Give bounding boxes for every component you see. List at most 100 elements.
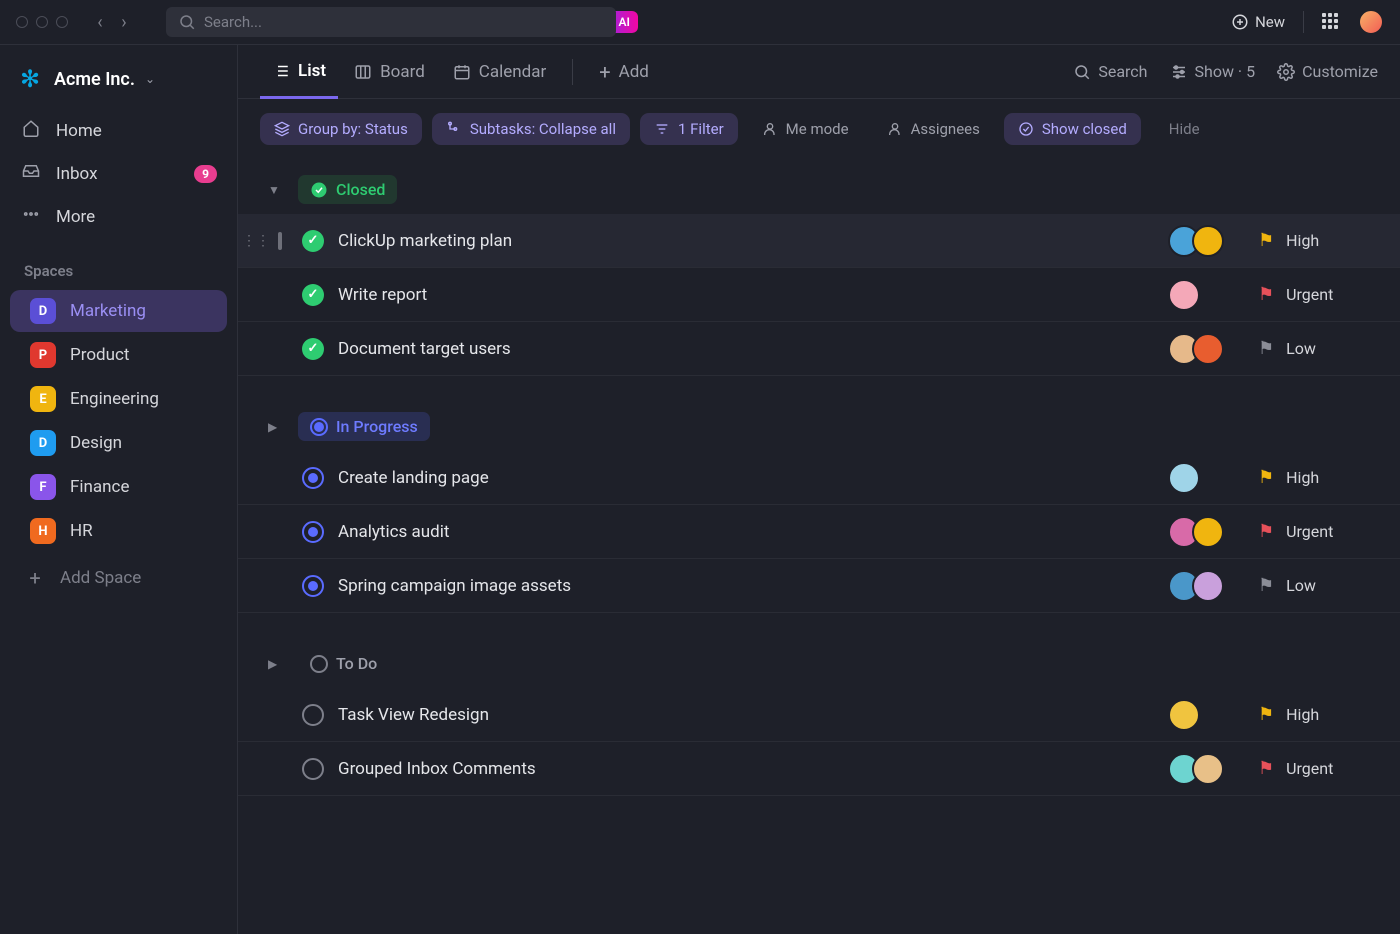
priority-cell[interactable]: ⚑ Low (1258, 575, 1368, 596)
filter-assignees-label: Assignees (911, 120, 980, 138)
section-header-progress[interactable]: ▶ In Progress (238, 396, 1400, 451)
task-row[interactable]: ✓ Document target users ⚑ Low (238, 322, 1400, 376)
priority-cell[interactable]: ⚑ High (1258, 230, 1368, 251)
assignee-stack[interactable] (1168, 462, 1258, 494)
priority-cell[interactable]: ⚑ Urgent (1258, 521, 1368, 542)
status-icon[interactable] (302, 575, 324, 597)
new-button[interactable]: New (1231, 13, 1285, 31)
window-controls[interactable] (16, 16, 68, 28)
task-row[interactable]: Create landing page ⚑ High (238, 451, 1400, 505)
sidebar-item-more[interactable]: More (0, 195, 237, 238)
filter-subtasks[interactable]: Subtasks: Collapse all (432, 113, 630, 145)
add-space-button[interactable]: + Add Space (0, 554, 237, 602)
priority-cell[interactable]: ⚑ High (1258, 467, 1368, 488)
chevron-icon[interactable]: ▶ (268, 657, 286, 671)
chevron-icon[interactable]: ▼ (268, 183, 286, 197)
assignee-avatar[interactable] (1192, 753, 1224, 785)
board-icon (354, 63, 372, 81)
task-title: Grouped Inbox Comments (338, 759, 536, 779)
filter-me-mode[interactable]: Me mode (748, 113, 863, 145)
assignee-avatar[interactable] (1192, 570, 1224, 602)
toolbar-search-label: Search (1098, 62, 1147, 81)
maximize-dot[interactable] (56, 16, 68, 28)
task-row[interactable]: Analytics audit ⚑ Urgent (238, 505, 1400, 559)
sidebar-space-product[interactable]: PProduct (10, 334, 227, 376)
priority-cell[interactable]: ⚑ Urgent (1258, 758, 1368, 779)
space-label: Finance (70, 477, 129, 497)
status-icon[interactable] (302, 521, 324, 543)
assignee-stack[interactable] (1168, 516, 1258, 548)
tab-list[interactable]: List (260, 45, 338, 99)
search-icon (178, 13, 196, 31)
sidebar-space-engineering[interactable]: EEngineering (10, 378, 227, 420)
filter-show-closed[interactable]: Show closed (1004, 113, 1141, 145)
filter-count[interactable]: 1 Filter (640, 113, 738, 145)
task-row[interactable]: Grouped Inbox Comments ⚑ Urgent (238, 742, 1400, 796)
assignee-avatar[interactable] (1192, 333, 1224, 365)
user-avatar[interactable] (1358, 9, 1384, 35)
section-header-todo[interactable]: ▶To Do (238, 633, 1400, 688)
priority-label: Low (1286, 339, 1316, 358)
toolbar-customize[interactable]: Customize (1277, 62, 1378, 81)
task-title: Write report (338, 285, 427, 305)
filter-hide-button[interactable]: Hide (1169, 120, 1200, 138)
status-icon[interactable] (302, 758, 324, 780)
assignee-stack[interactable] (1168, 699, 1258, 731)
assignee-stack[interactable] (1168, 333, 1258, 365)
tab-add-view[interactable]: + Add (587, 45, 661, 99)
sidebar-space-hr[interactable]: HHR (10, 510, 227, 552)
sidebar-space-design[interactable]: DDesign (10, 422, 227, 464)
toolbar-show[interactable]: Show · 5 (1170, 62, 1256, 81)
assignee-avatar[interactable] (1168, 279, 1200, 311)
status-icon[interactable]: ✓ (302, 284, 324, 306)
nav-forward-button[interactable]: › (112, 10, 136, 34)
assignee-stack[interactable] (1168, 279, 1258, 311)
assignee-avatar[interactable] (1192, 225, 1224, 257)
sidebar-item-home[interactable]: Home (0, 109, 237, 152)
subtask-icon (446, 121, 462, 137)
status-pill: In Progress (298, 412, 430, 441)
priority-cell[interactable]: ⚑ High (1258, 704, 1368, 725)
task-row[interactable]: ✓ Write report ⚑ Urgent (238, 268, 1400, 322)
drag-handle-icon[interactable]: ⋮⋮ (242, 233, 270, 249)
task-title: Create landing page (338, 468, 489, 488)
status-icon[interactable] (302, 467, 324, 489)
status-icon[interactable]: ✓ (302, 338, 324, 360)
priority-cell[interactable]: ⚑ Urgent (1258, 284, 1368, 305)
assignee-avatar[interactable] (1168, 462, 1200, 494)
assignee-stack[interactable] (1168, 570, 1258, 602)
task-row[interactable]: Spring campaign image assets ⚑ Low (238, 559, 1400, 613)
status-icon[interactable] (302, 704, 324, 726)
close-dot[interactable] (16, 16, 28, 28)
toolbar-search[interactable]: Search (1073, 62, 1147, 81)
status-icon[interactable]: ✓ (302, 230, 324, 252)
assignee-stack[interactable] (1168, 753, 1258, 785)
divider (572, 59, 573, 85)
assignee-avatar[interactable] (1192, 516, 1224, 548)
sidebar-item-inbox[interactable]: Inbox 9 (0, 152, 237, 195)
sidebar-space-finance[interactable]: FFinance (10, 466, 227, 508)
filter-bar: Group by: Status Subtasks: Collapse all … (238, 99, 1400, 159)
add-space-label: Add Space (60, 568, 141, 588)
tab-calendar[interactable]: Calendar (441, 45, 558, 99)
apps-icon[interactable] (1322, 13, 1340, 31)
tab-board[interactable]: Board (342, 45, 437, 99)
inbox-label: Inbox (56, 164, 98, 184)
priority-cell[interactable]: ⚑ Low (1258, 338, 1368, 359)
chevron-icon[interactable]: ▶ (268, 420, 286, 434)
minimize-dot[interactable] (36, 16, 48, 28)
global-search-input[interactable]: Search... (166, 7, 616, 37)
nav-back-button[interactable]: ‹ (88, 10, 112, 34)
home-icon (20, 119, 42, 142)
assignee-avatar[interactable] (1168, 699, 1200, 731)
task-title: ClickUp marketing plan (338, 231, 512, 251)
task-row[interactable]: Task View Redesign ⚑ High (238, 688, 1400, 742)
filter-group-by[interactable]: Group by: Status (260, 113, 422, 145)
section-header-closed[interactable]: ▼Closed (238, 159, 1400, 214)
assignee-stack[interactable] (1168, 225, 1258, 257)
task-row[interactable]: ⋮⋮ ✓ ClickUp marketing plan ⚑ High (238, 214, 1400, 268)
filter-assignees[interactable]: Assignees (873, 113, 994, 145)
sidebar-space-marketing[interactable]: DMarketing (10, 290, 227, 332)
workspace-selector[interactable]: Acme Inc. ⌄ (0, 59, 237, 109)
flag-icon: ⚑ (1258, 467, 1274, 488)
